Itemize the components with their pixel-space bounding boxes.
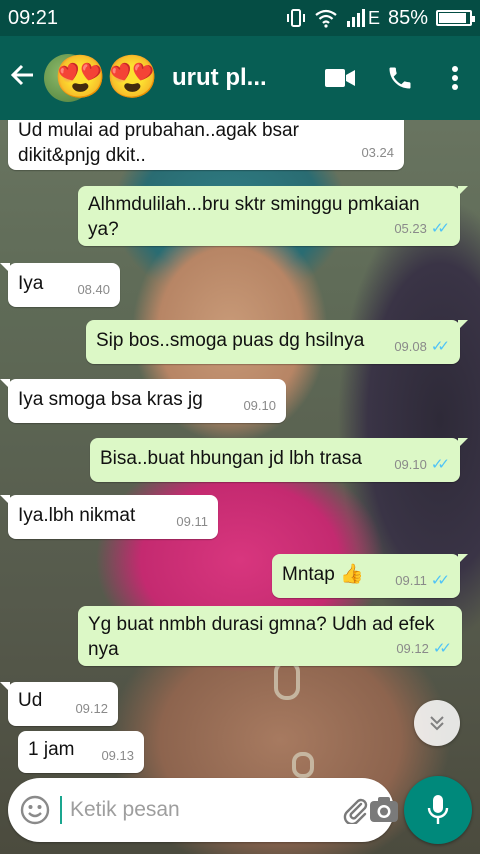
message-incoming[interactable]: Ud mulai ad prubahan..agak bsar dikit&pn… (8, 120, 404, 170)
read-ticks-icon: ✓✓ (430, 338, 450, 355)
read-ticks-icon: ✓✓ (430, 572, 450, 589)
paperclip-icon (343, 798, 368, 824)
message-incoming[interactable]: 1 jam 09.13 (18, 731, 144, 773)
signal-icon (346, 9, 365, 27)
message-time: 08.40 (77, 282, 110, 297)
battery-icon (436, 10, 475, 26)
message-time: 09.11 (395, 573, 427, 588)
smiley-icon (20, 795, 50, 825)
message-time: 05.23 (394, 221, 427, 236)
contact-avatar-group[interactable]: 😍 😍 (44, 48, 174, 108)
chat-header: 😍 😍 urut pl... (0, 36, 480, 120)
wifi-icon (315, 9, 337, 28)
message-time: 09.10 (394, 457, 427, 472)
status-time: 09:21 (8, 6, 59, 29)
camera-button[interactable] (369, 796, 399, 824)
network-type: E (367, 7, 380, 28)
camera-icon (370, 797, 398, 822)
more-options-button[interactable] (430, 65, 480, 91)
double-chevron-down-icon (430, 716, 444, 731)
video-camera-icon (325, 69, 355, 87)
message-incoming[interactable]: Iya smoga bsa kras jg 09.10 (0, 379, 286, 423)
microphone-icon (427, 795, 449, 824)
message-incoming[interactable]: Iya 08.40 (0, 263, 120, 307)
voice-message-button[interactable] (404, 776, 472, 844)
message-time: 09.08 (394, 339, 427, 354)
message-outgoing[interactable]: Alhmdulilah...bru sktr sminggu pmkaian y… (78, 186, 468, 246)
message-time: 09.10 (243, 398, 276, 413)
message-time: 09.12 (396, 641, 429, 656)
message-outgoing[interactable]: Sip bos..smoga puas dg hsilnya 09.08 ✓✓ (86, 320, 468, 364)
back-arrow-icon (10, 64, 33, 85)
message-time: 09.12 (75, 701, 108, 716)
message-text: Ud mulai ad prubahan..agak bsar dikit&pn… (18, 120, 299, 166)
heart-eyes-emoji: 😍 (106, 53, 159, 100)
chat-title[interactable]: urut pl... (172, 64, 310, 92)
kebab-menu-icon (452, 66, 458, 90)
video-call-button[interactable] (310, 67, 370, 89)
scroll-to-bottom-button[interactable] (414, 700, 460, 746)
heart-eyes-emoji: 😍 (54, 53, 107, 100)
message-incoming[interactable]: Ud 09.12 (0, 682, 118, 726)
message-incoming[interactable]: Iya.lbh nikmat 09.11 (0, 495, 218, 539)
message-list[interactable]: Ud mulai ad prubahan..agak bsar dikit&pn… (0, 120, 480, 778)
voice-call-button[interactable] (370, 64, 430, 92)
message-outgoing[interactable]: Bisa..buat hbungan jd lbh trasa 09.10 ✓✓ (90, 438, 468, 482)
message-outgoing[interactable]: Yg buat nmbh durasi gmna? Udh ad efek ny… (78, 606, 462, 666)
status-bar: 09:21 E 85% (0, 0, 480, 36)
message-outgoing[interactable]: Mntap 👍 09.11 ✓✓ (272, 554, 468, 598)
phone-icon (389, 67, 411, 89)
message-time: 09.13 (101, 748, 134, 763)
read-ticks-icon: ✓✓ (432, 640, 452, 657)
emoji-button[interactable] (20, 790, 50, 830)
read-ticks-icon: ✓✓ (430, 220, 450, 237)
message-time: 03.24 (361, 145, 394, 160)
vibrate-icon (286, 9, 305, 27)
attach-button[interactable] (341, 796, 369, 824)
message-composer (8, 778, 398, 842)
back-button[interactable] (0, 62, 44, 95)
battery-percent: 85% (387, 6, 428, 29)
read-ticks-icon: ✓✓ (430, 456, 450, 473)
message-input[interactable] (60, 796, 341, 824)
message-text: Iya smoga bsa kras jg (18, 389, 203, 410)
status-icons: E 85% (286, 6, 475, 30)
message-time: 09.11 (176, 514, 208, 529)
